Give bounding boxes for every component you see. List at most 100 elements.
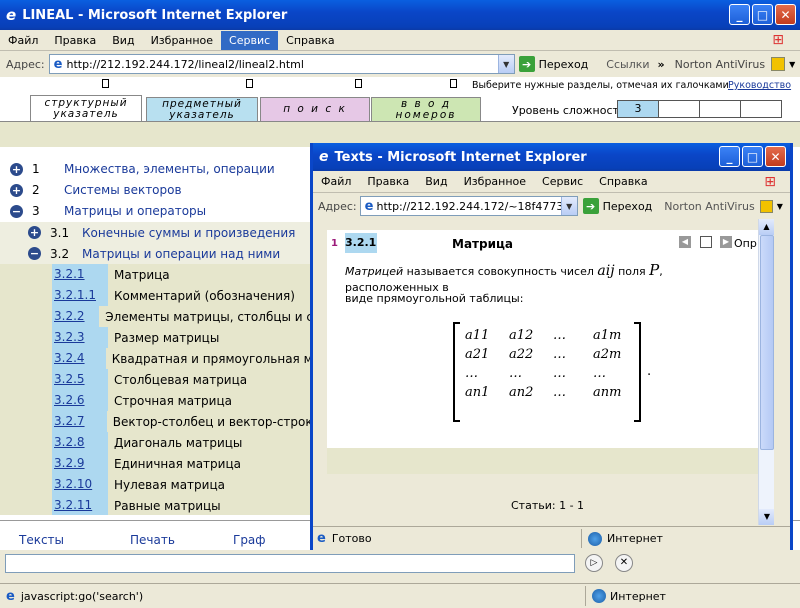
difficulty-level[interactable] (659, 101, 700, 117)
next-arrow-icon[interactable]: ▶ (720, 236, 732, 248)
norton-icon[interactable] (771, 57, 786, 71)
difficulty-selector[interactable]: 3 (617, 100, 782, 118)
list-item[interactable]: 3.2.1.1 Комментарий (обозначения) (0, 285, 320, 306)
difficulty-level[interactable] (741, 101, 781, 117)
menu-tools[interactable]: Сервис (534, 172, 591, 191)
item-num[interactable]: 3.2.3 (52, 327, 108, 348)
minimize-button[interactable]: _ (719, 146, 740, 167)
close-button[interactable]: ✕ (775, 4, 796, 25)
item-num[interactable]: 3.2.9 (52, 453, 108, 474)
item-num[interactable]: 3.2.1.1 (52, 285, 108, 306)
tree-label[interactable]: Множества, элементы, операции (64, 162, 275, 176)
item-num[interactable]: 3.2.2 (52, 306, 100, 327)
menu-favorites[interactable]: Избранное (143, 31, 221, 50)
tree-label[interactable]: Конечные суммы и произведения (82, 226, 295, 240)
list-item[interactable]: 3.2.7 Вектор-столбец и вектор-строка (0, 411, 320, 432)
graph-link[interactable]: Граф (233, 533, 266, 547)
popup-titlebar[interactable]: e Texts - Microsoft Internet Explorer _ … (313, 143, 790, 171)
list-item[interactable]: 3.2.3 Размер матрицы (0, 327, 320, 348)
menu-view[interactable]: Вид (417, 172, 455, 191)
menu-tools[interactable]: Сервис (221, 30, 279, 50)
scroll-down-icon[interactable]: ▼ (759, 509, 774, 525)
list-item[interactable]: 3.2.1 Матрица (0, 264, 320, 285)
tree-label[interactable]: Системы векторов (64, 183, 182, 197)
chevron-icon[interactable]: » (658, 58, 665, 71)
tree-row[interactable]: − 3 Матрицы и операторы (10, 201, 206, 221)
go-button[interactable]: ➔ Переход (582, 198, 652, 214)
section-number[interactable]: 3.2.1 (345, 233, 377, 253)
scroll-thumb[interactable] (760, 235, 774, 450)
address-input[interactable]: e http://212.192.244.172/~18f47738c ▼ (359, 196, 578, 216)
item-label[interactable]: Вектор-столбец и вектор-строка (113, 415, 320, 429)
item-num[interactable]: 3.2.5 (52, 369, 108, 390)
vertical-scrollbar[interactable]: ▲ ▼ (758, 219, 774, 525)
menu-file[interactable]: Файл (313, 172, 359, 191)
item-label[interactable]: Равные матрицы (114, 499, 221, 513)
menu-edit[interactable]: Правка (359, 172, 417, 191)
main-titlebar[interactable]: e LINEAL - Microsoft Internet Explorer _… (0, 0, 800, 30)
item-label[interactable]: Столбцевая матрица (114, 373, 247, 387)
list-item[interactable]: 3.2.4 Квадратная и прямоугольная ма (0, 348, 320, 369)
clear-icon[interactable]: ✕ (615, 554, 633, 572)
norton-button[interactable]: Norton AntiVirus (664, 200, 754, 213)
item-label[interactable]: Матрица (114, 268, 170, 282)
collapse-icon[interactable]: − (10, 204, 23, 218)
collapse-icon[interactable]: − (28, 247, 41, 260)
list-item[interactable]: 3.2.5 Столбцевая матрица (0, 369, 320, 390)
item-num[interactable]: 3.2.6 (52, 390, 108, 411)
tab-enter-numbers[interactable]: в в о д номеров (371, 97, 481, 122)
tab-subject-index[interactable]: предметный указатель (146, 97, 258, 122)
print-link[interactable]: Печать (130, 533, 175, 547)
item-num[interactable]: 3.2.10 (52, 474, 108, 495)
guide-link[interactable]: Руководство (728, 80, 791, 91)
list-item[interactable]: 3.2.11 Равные матрицы (0, 495, 320, 515)
tree-row[interactable]: + 3.1 Конечные суммы и произведения (28, 222, 295, 243)
list-item[interactable]: 3.2.8 Диагональ матрицы (0, 432, 320, 453)
expand-icon[interactable]: + (28, 226, 41, 239)
address-input[interactable]: e http://212.192.244.172/lineal2/lineal2… (48, 54, 515, 74)
item-num[interactable]: 3.2.8 (52, 432, 108, 453)
maximize-button[interactable]: □ (752, 4, 773, 25)
list-item[interactable]: 3.2.10 Нулевая матрица (0, 474, 320, 495)
menu-help[interactable]: Справка (591, 172, 655, 191)
maximize-button[interactable]: □ (742, 146, 763, 167)
tree-row[interactable]: − 3.2 Матрицы и операции над ними (28, 243, 280, 264)
address-dropdown-icon[interactable]: ▼ (560, 197, 577, 215)
item-label[interactable]: Диагональ матрицы (114, 436, 242, 450)
tree-label[interactable]: Матрицы и операции над ними (82, 247, 280, 261)
expand-icon[interactable]: + (10, 183, 23, 197)
item-num[interactable]: 3.2.7 (52, 411, 107, 432)
item-label[interactable]: Комментарий (обозначения) (114, 289, 295, 303)
item-num[interactable]: 3.2.4 (52, 348, 106, 369)
prev-arrow-icon[interactable]: ◀ (679, 236, 691, 248)
item-label[interactable]: Нулевая матрица (114, 478, 225, 492)
menu-favorites[interactable]: Избранное (456, 172, 534, 191)
norton-dropdown-icon[interactable]: ▼ (789, 60, 795, 69)
menu-edit[interactable]: Правка (46, 31, 104, 50)
list-item[interactable]: 3.2.9 Единичная матрица (0, 453, 320, 474)
search-input[interactable] (5, 554, 575, 573)
norton-button[interactable]: Norton AntiVirus (675, 58, 765, 71)
tab-structural-index[interactable]: структурный указатель (30, 95, 142, 122)
menu-file[interactable]: Файл (0, 31, 46, 50)
tree-label[interactable]: Матрицы и операторы (64, 204, 206, 218)
address-dropdown-icon[interactable]: ▼ (497, 55, 514, 73)
tree-row[interactable]: + 2 Системы векторов (10, 180, 182, 200)
checkbox-icon[interactable] (700, 236, 712, 248)
item-label[interactable]: Квадратная и прямоугольная ма (112, 352, 320, 366)
item-label[interactable]: Строчная матрица (114, 394, 232, 408)
tree-row[interactable]: + 1 Множества, элементы, операции (10, 159, 275, 179)
links-button[interactable]: Ссылки (606, 58, 649, 71)
norton-dropdown-icon[interactable]: ▼ (777, 202, 783, 211)
close-button[interactable]: ✕ (765, 146, 786, 167)
menu-view[interactable]: Вид (104, 31, 142, 50)
list-item[interactable]: 3.2.6 Строчная матрица (0, 390, 320, 411)
play-icon[interactable]: ▷ (585, 554, 603, 572)
menu-help[interactable]: Справка (278, 31, 342, 50)
tab-search[interactable]: п о и с к (260, 97, 370, 122)
minimize-button[interactable]: _ (729, 4, 750, 25)
difficulty-level[interactable] (700, 101, 741, 117)
texts-link[interactable]: Тексты (19, 533, 64, 547)
item-num[interactable]: 3.2.1 (52, 264, 108, 285)
item-label[interactable]: Единичная матрица (114, 457, 241, 471)
